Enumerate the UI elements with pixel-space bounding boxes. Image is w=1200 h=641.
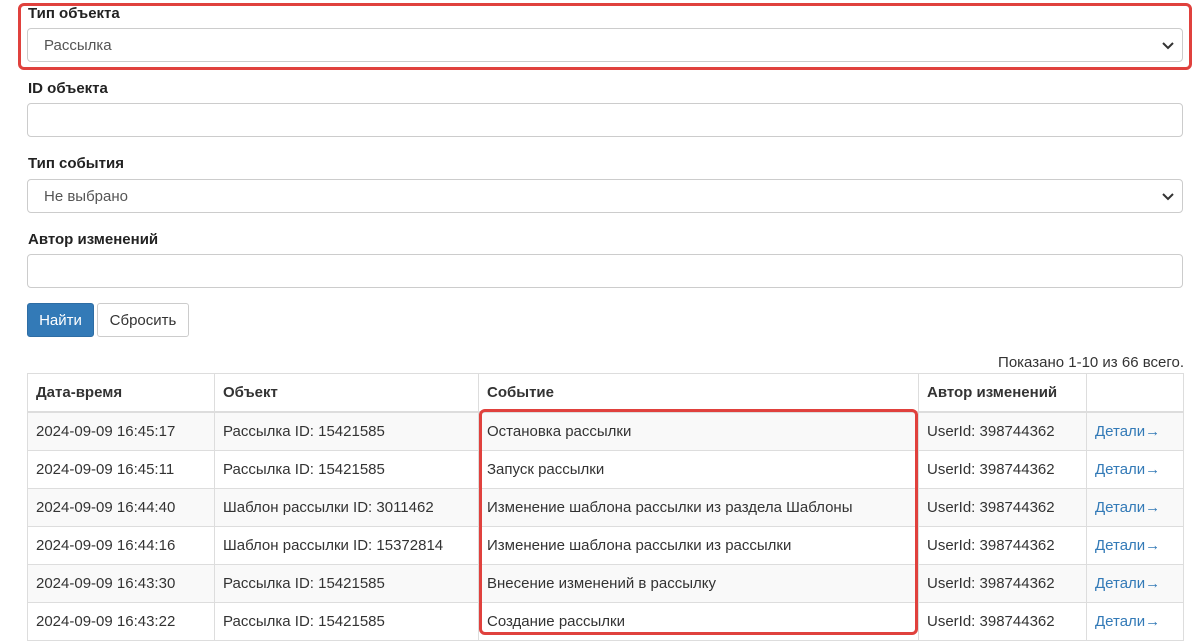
- details-link[interactable]: Детали→: [1095, 499, 1160, 516]
- cell-details: Детали→: [1086, 450, 1184, 489]
- cell-object: Шаблон рассылки ID: 3011462: [214, 488, 479, 527]
- object-id-input[interactable]: [27, 103, 1183, 137]
- cell-event: Создание рассылки: [478, 602, 919, 641]
- author-input[interactable]: [27, 254, 1183, 288]
- cell-details: Детали→: [1086, 411, 1184, 451]
- column-header-object[interactable]: Объект: [214, 373, 479, 413]
- object-type-value: Рассылка: [44, 36, 112, 54]
- cell-details: Детали→: [1086, 602, 1184, 641]
- cell-datetime: 2024-09-09 16:44:40: [27, 488, 215, 527]
- results-summary: Показано 1-10 из 66 всего.: [998, 354, 1184, 371]
- cell-author: UserId: 398744362: [918, 564, 1087, 603]
- event-type-value: Не выбрано: [44, 187, 128, 205]
- details-link[interactable]: Детали→: [1095, 461, 1160, 478]
- event-type-select[interactable]: Не выбрано: [27, 179, 1183, 213]
- cell-datetime: 2024-09-09 16:43:22: [27, 602, 215, 641]
- cell-datetime: 2024-09-09 16:45:11: [27, 450, 215, 489]
- table-row: 2024-09-09 16:44:16 Шаблон рассылки ID: …: [27, 526, 1184, 565]
- cell-author: UserId: 398744362: [918, 450, 1087, 489]
- cell-event: Внесение изменений в рассылку: [478, 564, 919, 603]
- details-link[interactable]: Детали→: [1095, 537, 1160, 554]
- cell-object: Рассылка ID: 15421585: [214, 564, 479, 603]
- table-row: 2024-09-09 16:43:22 Рассылка ID: 1542158…: [27, 602, 1184, 641]
- cell-details: Детали→: [1086, 564, 1184, 603]
- column-header-actions: [1086, 373, 1184, 413]
- author-label: Автор изменений: [28, 231, 159, 248]
- column-header-event[interactable]: Событие: [478, 373, 919, 413]
- column-header-datetime[interactable]: Дата-время: [27, 373, 215, 413]
- details-link[interactable]: Детали→: [1095, 423, 1160, 440]
- table-row: 2024-09-09 16:44:40 Шаблон рассылки ID: …: [27, 488, 1184, 527]
- history-table: Дата-время Объект Событие Автор изменени…: [27, 373, 1184, 641]
- object-id-label: ID объекта: [28, 80, 108, 97]
- details-link[interactable]: Детали→: [1095, 613, 1160, 630]
- object-type-label: Тип объекта: [28, 5, 120, 22]
- table-row: 2024-09-09 16:45:17 Рассылка ID: 1542158…: [27, 411, 1184, 451]
- cell-object: Рассылка ID: 15421585: [214, 450, 479, 489]
- event-type-label: Тип события: [28, 155, 124, 172]
- cell-event: Запуск рассылки: [478, 450, 919, 489]
- cell-event: Изменение шаблона рассылки из раздела Ша…: [478, 488, 919, 527]
- cell-datetime: 2024-09-09 16:45:17: [27, 411, 215, 451]
- cell-author: UserId: 398744362: [918, 602, 1087, 641]
- table-row: 2024-09-09 16:45:11 Рассылка ID: 1542158…: [27, 450, 1184, 489]
- cell-author: UserId: 398744362: [918, 411, 1087, 451]
- cell-object: Шаблон рассылки ID: 15372814: [214, 526, 479, 565]
- cell-datetime: 2024-09-09 16:44:16: [27, 526, 215, 565]
- cell-details: Детали→: [1086, 488, 1184, 527]
- table-row: 2024-09-09 16:43:30 Рассылка ID: 1542158…: [27, 564, 1184, 603]
- column-header-author[interactable]: Автор изменений: [918, 373, 1087, 413]
- table-header-row: Дата-время Объект Событие Автор изменени…: [27, 373, 1184, 413]
- object-type-select[interactable]: Рассылка: [27, 28, 1183, 62]
- chevron-down-icon: [1162, 42, 1174, 50]
- cell-author: UserId: 398744362: [918, 488, 1087, 527]
- cell-details: Детали→: [1086, 526, 1184, 565]
- details-link[interactable]: Детали→: [1095, 575, 1160, 592]
- cell-datetime: 2024-09-09 16:43:30: [27, 564, 215, 603]
- cell-author: UserId: 398744362: [918, 526, 1087, 565]
- chevron-down-icon: [1162, 193, 1174, 201]
- reset-button[interactable]: Сбросить: [97, 303, 189, 337]
- search-button[interactable]: Найти: [27, 303, 94, 337]
- cell-event: Изменение шаблона рассылки из рассылки: [478, 526, 919, 565]
- cell-object: Рассылка ID: 15421585: [214, 602, 479, 641]
- cell-object: Рассылка ID: 15421585: [214, 411, 479, 451]
- cell-event: Остановка рассылки: [478, 411, 919, 451]
